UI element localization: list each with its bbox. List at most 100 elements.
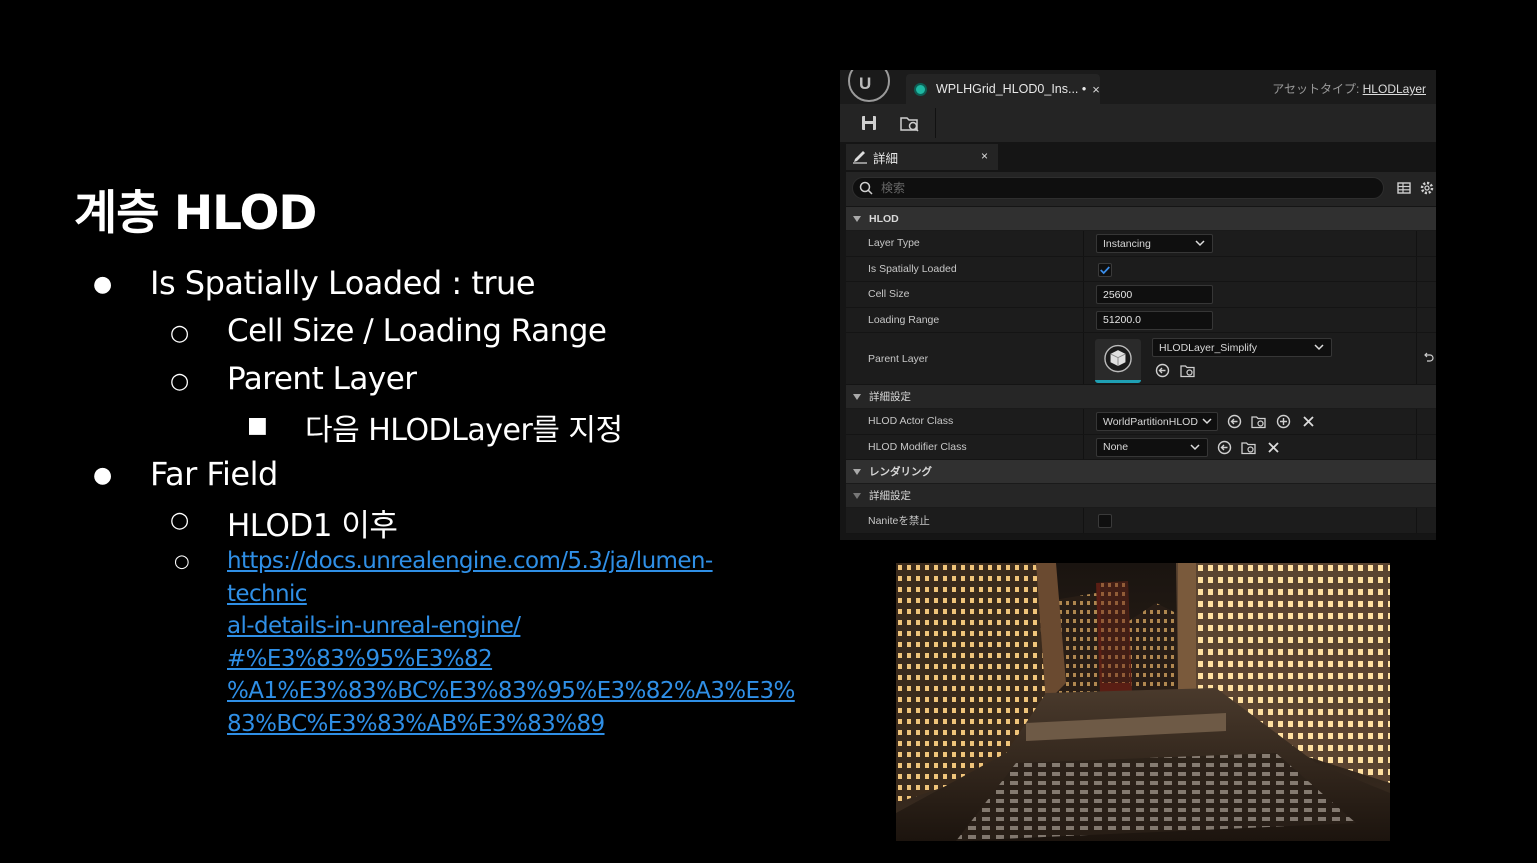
category-label: 詳細設定 <box>869 391 911 403</box>
docs-link-line[interactable]: 83%BC%E3%83%AB%E3%83%89 <box>227 708 767 741</box>
parent-layer-dropdown[interactable]: HLODLayer_Simplify <box>1152 338 1332 357</box>
search-box[interactable] <box>852 177 1384 199</box>
distant-tower-windows <box>1100 581 1130 683</box>
clear-icon[interactable] <box>1301 414 1316 429</box>
bullet-dot: ● <box>93 272 113 297</box>
docs-link-line[interactable]: %A1%E3%83%BC%E3%83%95%E3%82%A3%E3% <box>227 675 795 708</box>
expand-arrow-icon <box>853 492 861 499</box>
bullet-circle: ○ <box>170 508 190 533</box>
dropdown-value: HLODLayer_Simplify <box>1159 341 1258 354</box>
search-icon <box>859 181 873 195</box>
category-label: 詳細設定 <box>869 490 911 502</box>
table-view-icon[interactable] <box>1396 180 1412 196</box>
actor-class-dropdown[interactable]: WorldPartitionHLOD <box>1096 412 1218 431</box>
docs-link[interactable]: https://docs.unrealengine.com/5.3/ja/lum… <box>227 545 795 741</box>
dropdown-value: Instancing <box>1103 237 1151 250</box>
column-divider <box>1416 333 1417 384</box>
bullet-hlod1: HLOD1 이후 <box>227 508 398 544</box>
layer-type-dropdown[interactable]: Instancing <box>1096 234 1213 253</box>
disallow-nanite-checkbox[interactable] <box>1098 514 1112 528</box>
save-icon[interactable] <box>860 114 878 132</box>
category-label: HLOD <box>869 212 899 225</box>
reset-to-default-icon[interactable] <box>1422 351 1434 363</box>
chevron-down-icon <box>1202 418 1212 425</box>
asset-tab[interactable]: WPLHGrid_HLOD0_Ins... • × <box>906 74 1100 104</box>
column-divider <box>1083 434 1084 459</box>
bullet-cell-size: Cell Size / Loading Range <box>227 313 607 349</box>
search-input[interactable] <box>881 180 1361 196</box>
clear-icon[interactable] <box>1266 440 1281 455</box>
property-label: HLOD Modifier Class <box>868 440 967 453</box>
cell-size-field[interactable]: 25600 <box>1096 285 1213 304</box>
gear-icon[interactable] <box>1419 180 1435 196</box>
column-divider <box>1083 508 1084 533</box>
browse-asset-icon[interactable] <box>1251 414 1266 429</box>
use-selected-icon[interactable] <box>1217 440 1232 455</box>
property-label: HLOD Actor Class <box>868 415 954 428</box>
property-label: Loading Range <box>868 313 940 326</box>
asset-type-link[interactable]: HLODLayer <box>1363 82 1426 96</box>
close-icon[interactable]: × <box>1092 82 1100 97</box>
category-advanced[interactable]: 詳細設定 <box>846 385 1436 409</box>
use-selected-icon[interactable] <box>1155 363 1170 378</box>
cube-icon <box>1104 344 1132 373</box>
column-divider <box>1083 231 1084 256</box>
column-divider <box>1083 409 1084 434</box>
category-rendering[interactable]: レンダリング <box>846 460 1436 484</box>
property-label: Is Spatially Loaded <box>868 262 957 275</box>
pencil-icon <box>853 151 867 164</box>
expand-arrow-icon <box>853 468 861 475</box>
category-rendering-advanced[interactable]: 詳細設定 <box>846 484 1436 508</box>
bullet-far-field: Far Field <box>150 455 278 493</box>
column-divider <box>1416 307 1417 332</box>
column-divider <box>1416 508 1417 533</box>
chevron-down-icon <box>1314 344 1324 351</box>
chevron-down-icon <box>1190 443 1200 450</box>
asset-thumbnail[interactable] <box>1095 339 1141 383</box>
docs-link-line[interactable]: al-details-in-unreal-engine/ #%E3%83%95%… <box>227 610 767 675</box>
column-divider <box>1083 333 1084 384</box>
city-far-field-render <box>896 563 1390 841</box>
modifier-class-dropdown[interactable]: None <box>1096 437 1208 457</box>
column-divider <box>1083 256 1084 281</box>
slide-title: 계층 HLOD <box>74 186 317 241</box>
bullet-circle: ○ <box>170 321 190 346</box>
details-search-row <box>846 172 1436 206</box>
editor-tab-bar: U WPLHGrid_HLOD0_Ins... • × アセットタイプ: HLO… <box>840 70 1436 104</box>
browse-content-icon[interactable] <box>900 114 920 132</box>
column-divider <box>1416 231 1417 256</box>
spatially-loaded-checkbox[interactable] <box>1098 262 1112 277</box>
browse-asset-icon[interactable] <box>1241 440 1256 455</box>
details-tab-bar: 詳細 × <box>840 144 1436 170</box>
property-label: Naniteを禁止 <box>868 514 930 527</box>
column-divider <box>1416 282 1417 307</box>
details-tab[interactable]: 詳細 × <box>846 144 998 170</box>
column-divider <box>1083 307 1084 332</box>
dropdown-value: None <box>1103 441 1129 453</box>
details-property-list: HLOD Layer Type Instancing Is Spatially … <box>846 207 1436 534</box>
chevron-down-icon <box>1195 240 1205 247</box>
property-label: Layer Type <box>868 237 920 250</box>
property-layer-type: Layer Type Instancing <box>846 231 1436 257</box>
editor-toolbar <box>840 104 1436 142</box>
column-divider <box>1083 282 1084 307</box>
property-label: Parent Layer <box>868 352 929 365</box>
docs-link-line[interactable]: https://docs.unrealengine.com/5.3/ja/lum… <box>227 545 767 610</box>
loading-range-field[interactable]: 51200.0 <box>1096 310 1213 330</box>
unreal-logo-icon[interactable]: U <box>848 70 890 102</box>
category-label: レンダリング <box>869 466 932 478</box>
column-divider <box>1416 256 1417 281</box>
category-hlod[interactable]: HLOD <box>846 207 1436 231</box>
add-icon[interactable] <box>1276 414 1291 429</box>
bullet-parent-layer: Parent Layer <box>227 361 417 397</box>
use-selected-icon[interactable] <box>1227 414 1242 429</box>
property-hlod-modifier-class: HLOD Modifier Class None <box>846 434 1436 460</box>
asset-type-indicator: アセットタイプ: HLODLayer <box>1272 80 1426 97</box>
close-icon[interactable]: × <box>981 149 988 163</box>
property-parent-layer: Parent Layer HLODLayer_Simplify <box>846 333 1436 385</box>
browse-asset-icon[interactable] <box>1180 363 1195 378</box>
bullet-circle: ○ <box>174 551 190 572</box>
asset-type-prefix: アセットタイプ: <box>1272 82 1363 96</box>
expand-arrow-icon <box>853 215 861 222</box>
bullet-circle: ○ <box>170 369 190 394</box>
